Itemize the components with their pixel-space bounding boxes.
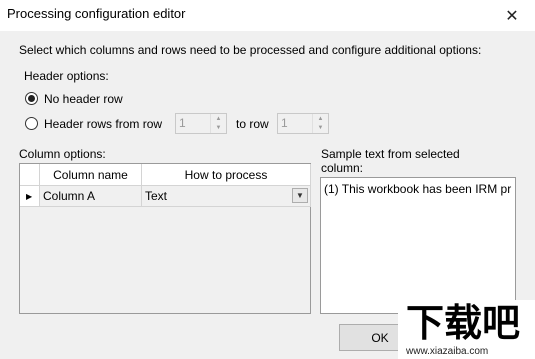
column-options-grid: Column name How to process ▶ Column A Te… bbox=[19, 163, 311, 314]
from-row-stepper[interactable]: 1 ▲ ▼ bbox=[175, 113, 227, 134]
instructions-text: Select which columns and rows need to be… bbox=[19, 43, 482, 57]
watermark-big-text: 下载吧 bbox=[406, 303, 521, 345]
column-header-name[interactable]: Column name bbox=[40, 164, 142, 186]
window-title: Processing configuration editor bbox=[7, 6, 186, 21]
process-select[interactable]: Text ▼ bbox=[142, 186, 311, 207]
header-options-label: Header options: bbox=[24, 69, 109, 83]
close-icon: ✕ bbox=[505, 7, 519, 25]
chevron-down-icon[interactable]: ▼ bbox=[292, 188, 308, 203]
sample-text-box[interactable]: (1) This workbook has been IRM pr bbox=[320, 177, 516, 314]
stepper-up-icon[interactable]: ▲ bbox=[313, 114, 328, 124]
from-row-value: 1 bbox=[179, 116, 186, 130]
sample-label-line2: column: bbox=[321, 161, 364, 175]
table-cell-column-name[interactable]: Column A bbox=[40, 186, 142, 207]
current-row-icon: ▶ bbox=[26, 191, 33, 201]
close-button[interactable]: ✕ bbox=[489, 0, 535, 31]
column-options-label: Column options: bbox=[19, 147, 106, 161]
column-header-process[interactable]: How to process bbox=[142, 164, 311, 186]
to-row-label: to row bbox=[236, 117, 269, 131]
sample-label-line1: Sample text from selected bbox=[321, 147, 460, 161]
row-selector[interactable]: ▶ bbox=[20, 186, 40, 207]
grid-corner-header bbox=[20, 164, 40, 186]
stepper-up-icon[interactable]: ▲ bbox=[211, 114, 226, 124]
header-rows-radio[interactable] bbox=[25, 117, 38, 130]
title-bar: Processing configuration editor ✕ bbox=[0, 0, 535, 31]
no-header-label[interactable]: No header row bbox=[44, 92, 123, 106]
no-header-radio[interactable] bbox=[25, 92, 38, 105]
ok-button-label: OK bbox=[371, 330, 389, 345]
watermark-url: www.xiazaiba.com bbox=[406, 346, 489, 357]
stepper-down-icon[interactable]: ▼ bbox=[211, 124, 226, 134]
stepper-down-icon[interactable]: ▼ bbox=[313, 124, 328, 134]
watermark-logo: 下载吧 www.xiazaiba.com bbox=[398, 300, 535, 359]
header-rows-from-label[interactable]: Header rows from row bbox=[44, 117, 162, 131]
process-select-value: Text bbox=[145, 189, 168, 203]
to-row-value: 1 bbox=[281, 116, 288, 130]
sample-text: (1) This workbook has been IRM pr bbox=[324, 182, 512, 196]
to-row-stepper[interactable]: 1 ▲ ▼ bbox=[277, 113, 329, 134]
